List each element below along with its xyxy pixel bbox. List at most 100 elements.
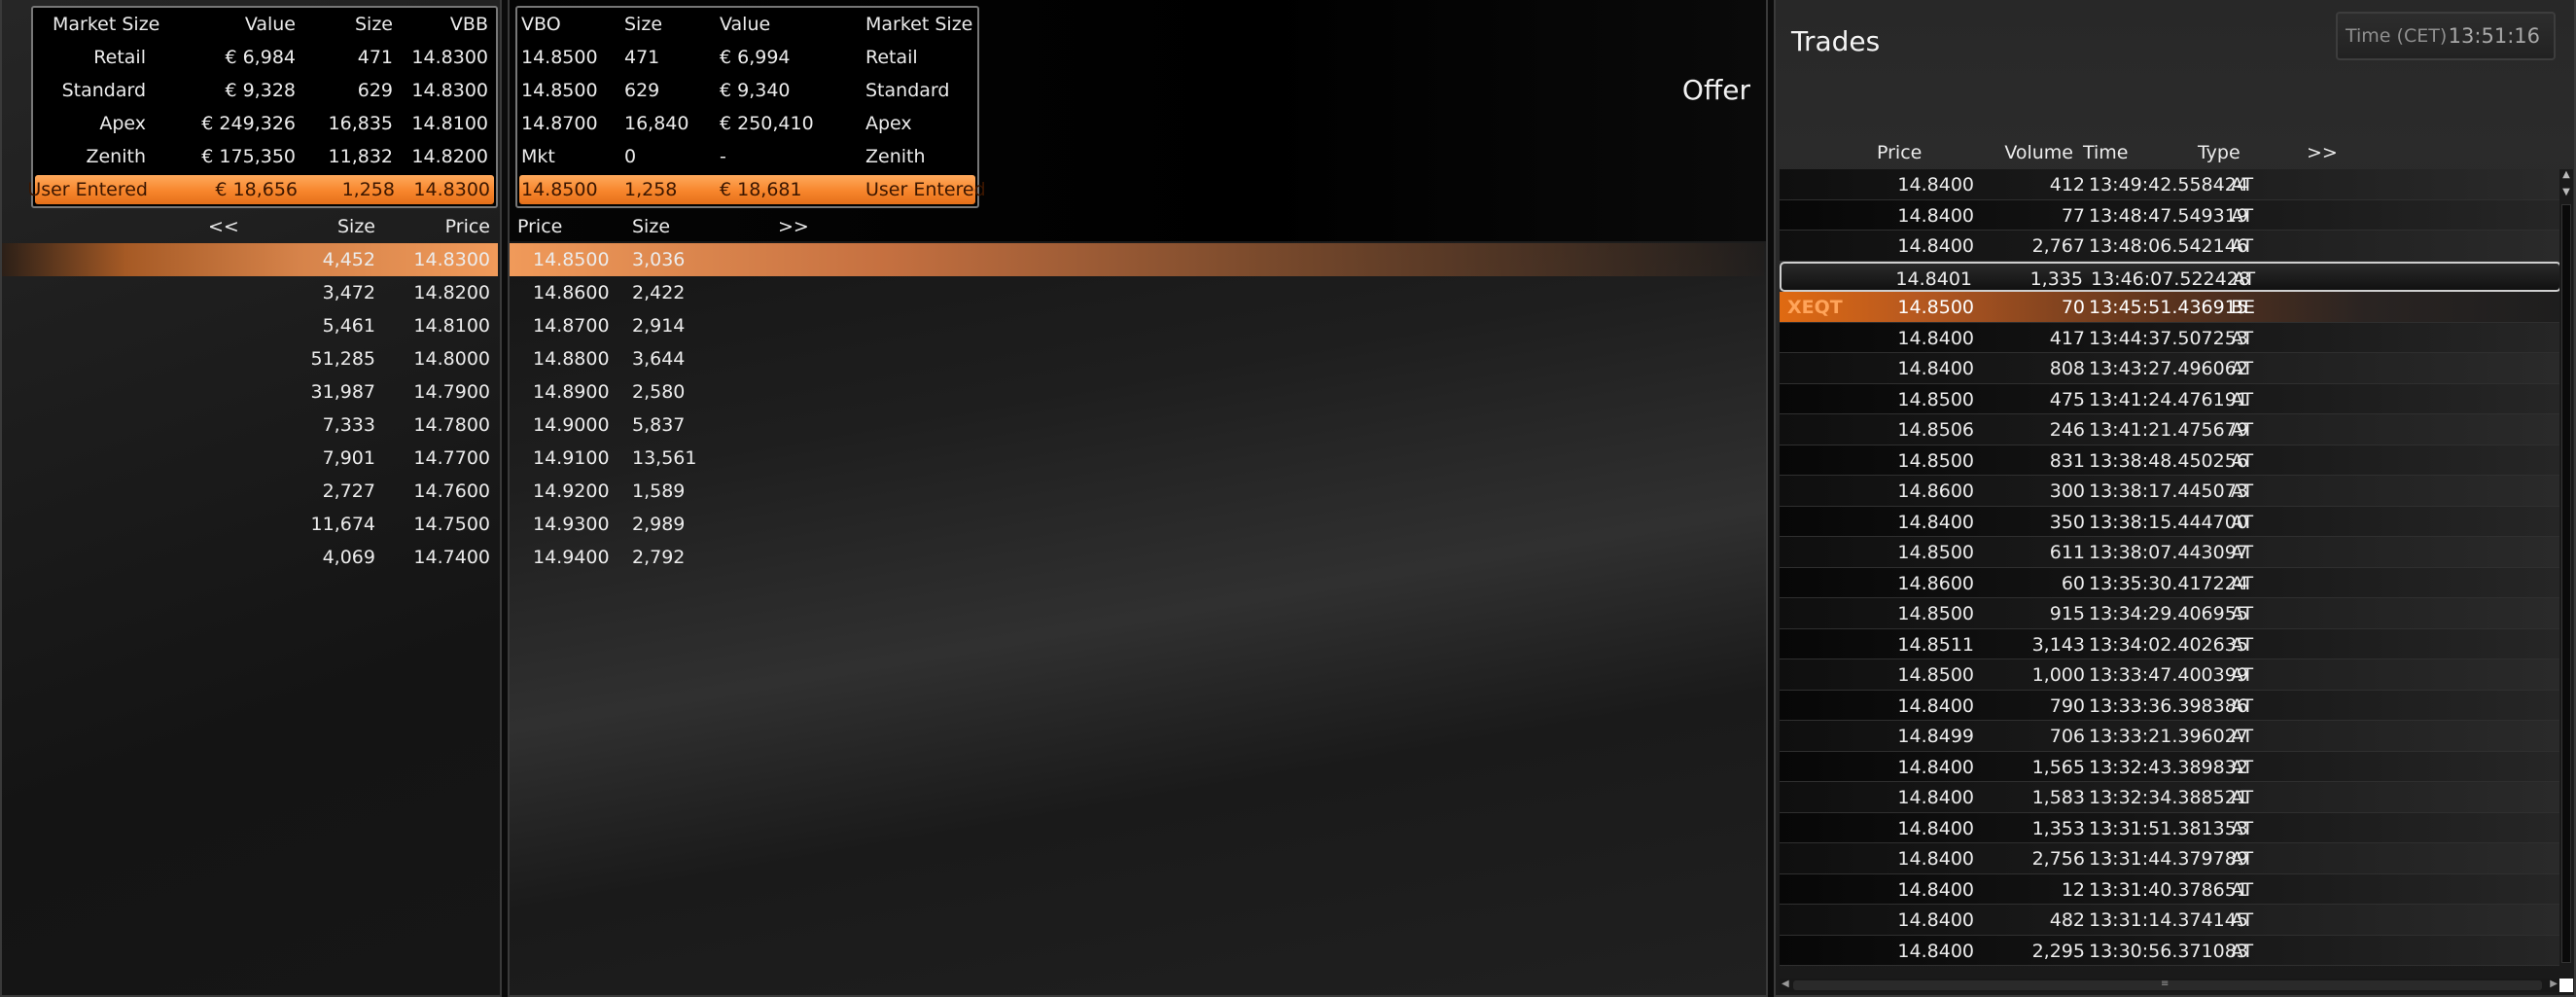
scroll-left-icon[interactable]: ◀	[1782, 979, 1789, 989]
offer-price-cell: 14.9300	[533, 514, 610, 535]
trade-row[interactable]: 14.8400 350 13:38:15.444700 AT	[1780, 506, 2561, 537]
offer-ladder-row[interactable]: 14.9400 2,792	[510, 541, 1764, 574]
trade-row[interactable]: 14.8506 246 13:41:21.475679 AT	[1780, 414, 2561, 445]
trade-row[interactable]: 14.8500 915 13:34:29.406955 AT	[1780, 598, 2561, 629]
trade-volume-cell: 482	[2049, 909, 2085, 931]
offer-price-header[interactable]: Price	[517, 216, 562, 237]
trade-row[interactable]: 14.8400 1,565 13:32:43.389832 AT	[1780, 751, 2561, 782]
trade-row[interactable]: 14.8400 808 13:43:27.496062 AT	[1780, 353, 2561, 384]
offer-size-cell: 2,580	[632, 381, 686, 403]
scroll-right-icon[interactable]: ▶	[2550, 979, 2558, 989]
trades-nav-right-button[interactable]: >>	[2307, 142, 2338, 163]
bid-ladder-row[interactable]: 3,472 14.8200	[2, 276, 498, 309]
trade-row[interactable]: 14.8600 60 13:35:30.417224 AT	[1780, 567, 2561, 598]
offer-ladder-row[interactable]: 14.8800 3,644	[510, 342, 1764, 375]
grip-icon: ≡	[2161, 979, 2170, 989]
offer-summary-row[interactable]: Mkt 0 - Zenith	[517, 140, 977, 173]
offer-user-entered-row[interactable]: 14.8500 1,258 € 18,681 User Entered	[519, 175, 986, 204]
offer-ladder-row[interactable]: 14.9300 2,989	[510, 508, 1764, 541]
vbb-header[interactable]: VBB	[450, 14, 488, 35]
value-header[interactable]: Value	[245, 14, 296, 35]
bid-summary-row[interactable]: Standard € 9,328 629 14.8300	[33, 74, 496, 107]
bid-ladder-row-best[interactable]: 4,452 14.8300	[2, 243, 498, 276]
offer-ladder-row-best[interactable]: 14.8500 3,036	[510, 243, 1764, 276]
bid-ladder-row[interactable]: 2,727 14.7600	[2, 475, 498, 508]
trade-type-cell: AT	[2231, 756, 2254, 778]
offer-ladder-row[interactable]: 14.9000 5,837	[510, 409, 1764, 442]
bid-ladder-row[interactable]: 7,333 14.7800	[2, 409, 498, 442]
bid-price-header[interactable]: Price	[445, 216, 490, 237]
trade-row[interactable]: 14.8400 412 13:49:42.558424 AT	[1780, 169, 2561, 200]
vertical-scroll-thumb[interactable]	[2561, 204, 2571, 963]
offer-summary-row[interactable]: 14.8500 629 € 9,340 Standard	[517, 74, 977, 107]
trade-type-cell: AT	[2231, 664, 2254, 686]
vbo-cell: 14.8500	[521, 47, 598, 68]
trade-price-cell: 14.8400	[1897, 235, 1974, 257]
trade-row[interactable]: 14.8500 1,000 13:33:47.400399 AT	[1780, 659, 2561, 691]
trade-row[interactable]: 14.8600 300 13:38:17.445073 AT	[1780, 476, 2561, 507]
offer-ladder-row[interactable]: 14.9200 1,589	[510, 475, 1764, 508]
bid-summary-row[interactable]: Zenith € 175,350 11,832 14.8200	[33, 140, 496, 173]
value-header[interactable]: Value	[720, 14, 770, 35]
market-size-cell: Apex	[99, 113, 146, 134]
trade-type-cell: AT	[2231, 542, 2254, 563]
bid-ladder-row[interactable]: 11,674 14.7500	[2, 508, 498, 541]
trade-row[interactable]: 14.8511 3,143 13:34:02.402635 AT	[1780, 628, 2561, 659]
trade-row[interactable]: 14.8400 1,353 13:31:51.381353 AT	[1780, 812, 2561, 843]
trade-row[interactable]: 14.8500 611 13:38:07.443097 AT	[1780, 537, 2561, 568]
size-header[interactable]: Size	[624, 14, 662, 35]
offer-ladder-row[interactable]: 14.9100 13,561	[510, 442, 1764, 475]
trades-vertical-scrollbar[interactable]: ▲ ▼	[2559, 169, 2573, 979]
trade-type-cell: BE	[2231, 297, 2256, 318]
vbo-header[interactable]: VBO	[521, 14, 561, 35]
trade-row[interactable]: 14.8400 2,767 13:48:06.542146 AT	[1780, 231, 2561, 262]
bid-summary-row[interactable]: Retail € 6,984 471 14.8300	[33, 41, 496, 74]
offer-ladder-row[interactable]: 14.8900 2,580	[510, 375, 1764, 409]
bid-size-header[interactable]: Size	[337, 216, 375, 237]
trade-row[interactable]: 14.8500 831 13:38:48.450256 AT	[1780, 445, 2561, 476]
scroll-down-icon[interactable]: ▼	[2560, 187, 2572, 198]
trade-row[interactable]: 14.8400 790 13:33:36.398386 AT	[1780, 690, 2561, 721]
trade-row[interactable]: 14.8400 2,756 13:31:44.379789 AT	[1780, 843, 2561, 874]
offer-size-header[interactable]: Size	[632, 216, 670, 237]
bid-nav-left-button[interactable]: <<	[208, 216, 239, 237]
trade-row[interactable]: 14.8400 417 13:44:37.507253 AT	[1780, 322, 2561, 353]
trade-row[interactable]: 14.8400 1,583 13:32:34.388521 AT	[1780, 782, 2561, 813]
offer-nav-right-button[interactable]: >>	[778, 216, 809, 237]
bid-ladder-row[interactable]: 7,901 14.7700	[2, 442, 498, 475]
trade-row-selected[interactable]: 14.8401 1,335 13:46:07.522428 AT	[1780, 261, 2561, 292]
bid-ladder-row[interactable]: 4,069 14.7400	[2, 541, 498, 574]
trade-time-cell: 13:38:07.443097	[2089, 542, 2248, 563]
bid-ladder-row[interactable]: 5,461 14.8100	[2, 309, 498, 342]
time-header[interactable]: Time	[2083, 142, 2129, 163]
size-header[interactable]: Size	[355, 14, 393, 35]
market-size-header[interactable]: Market Size	[865, 14, 972, 35]
scroll-up-icon[interactable]: ▲	[2560, 169, 2572, 181]
offer-summary-row[interactable]: 14.8500 471 € 6,994 Retail	[517, 41, 977, 74]
offer-ladder-row[interactable]: 14.8700 2,914	[510, 309, 1764, 342]
trade-row[interactable]: 14.8400 482 13:31:14.374145 AT	[1780, 905, 2561, 936]
trade-row[interactable]: 14.8499 706 13:33:21.396027 AT	[1780, 721, 2561, 752]
price-header[interactable]: Price	[1877, 142, 1922, 163]
trade-row[interactable]: 14.8400 12 13:31:40.378651 AT	[1780, 873, 2561, 905]
bid-user-entered-row[interactable]: User Entered € 18,656 1,258 14.8300	[27, 175, 494, 204]
trade-row[interactable]: 14.8500 475 13:41:24.476191 AT	[1780, 383, 2561, 414]
market-size-cell: Zenith	[86, 146, 146, 167]
trade-row[interactable]: 14.8400 77 13:48:47.549319 AT	[1780, 199, 2561, 231]
bid-ladder-row[interactable]: 51,285 14.8000	[2, 342, 498, 375]
bid-summary-row[interactable]: Apex € 249,326 16,835 14.8100	[33, 107, 496, 140]
market-size-header[interactable]: Market Size	[53, 14, 159, 35]
trade-price-cell: 14.8500	[1897, 603, 1974, 624]
offer-panel: VBO Size Value Market Size 14.8500 471 €…	[508, 0, 1768, 997]
trade-row-xeqt[interactable]: XEQT 14.8500 70 13:45:51.436915 BE	[1780, 292, 2561, 323]
offer-ladder-row[interactable]: 14.8600 2,422	[510, 276, 1764, 309]
value-cell: € 249,326	[201, 113, 296, 134]
trade-price-cell: 14.8511	[1897, 633, 1974, 656]
offer-summary-row[interactable]: 14.8700 16,840 € 250,410 Apex	[517, 107, 977, 140]
trade-type-cell: AT	[2231, 327, 2254, 349]
type-header[interactable]: Type	[2198, 142, 2241, 163]
trade-row[interactable]: 14.8400 2,295 13:30:56.371083 AT	[1780, 935, 2561, 966]
trades-horizontal-scrollbar[interactable]: ◀ ≡ ▶	[1780, 979, 2559, 992]
bid-ladder-row[interactable]: 31,987 14.7900	[2, 375, 498, 409]
volume-header[interactable]: Volume	[2004, 142, 2073, 163]
